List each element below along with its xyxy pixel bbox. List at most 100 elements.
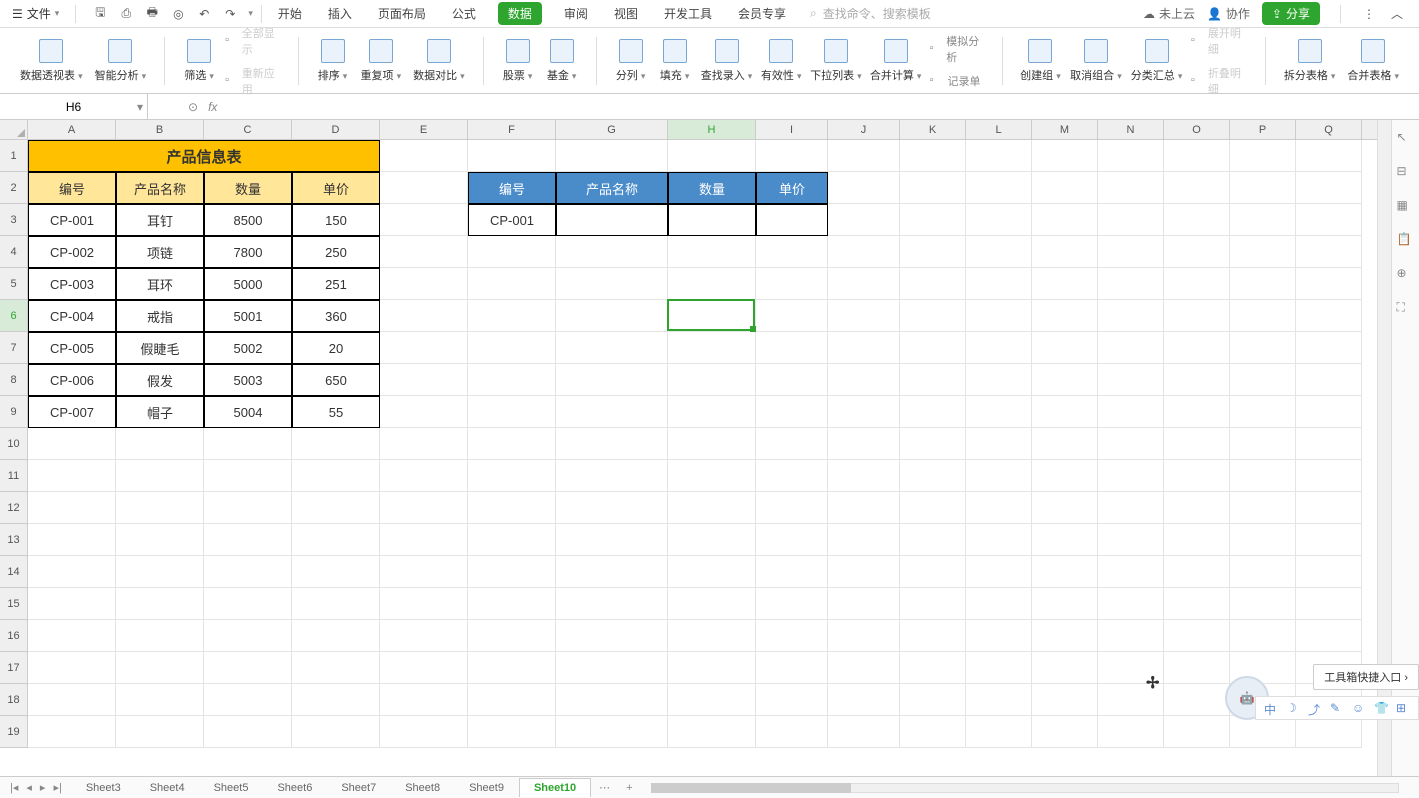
cell-D8[interactable]: 650 [292, 364, 380, 396]
cell-P11[interactable] [1230, 460, 1296, 492]
cell-Q1[interactable] [1296, 140, 1362, 172]
ribbon-下拉列表[interactable]: 下拉列表 ▾ [806, 35, 866, 87]
mini-icon[interactable]: ⤴ [1308, 701, 1322, 715]
cell-P9[interactable] [1230, 396, 1296, 428]
cell-B9[interactable]: 帽子 [116, 396, 204, 428]
cell-Q9[interactable] [1296, 396, 1362, 428]
cell-C4[interactable]: 7800 [204, 236, 292, 268]
cell-M2[interactable] [1032, 172, 1098, 204]
cell-G2[interactable]: 产品名称 [556, 172, 668, 204]
ribbon-分列[interactable]: 分列 ▾ [609, 35, 653, 87]
cell-N17[interactable] [1098, 652, 1164, 684]
cell-G3[interactable] [556, 204, 668, 236]
cell-B6[interactable]: 戒指 [116, 300, 204, 332]
row-header-19[interactable]: 19 [0, 716, 28, 748]
row-header-16[interactable]: 16 [0, 620, 28, 652]
cell-K5[interactable] [900, 268, 966, 300]
cell-C3[interactable]: 8500 [204, 204, 292, 236]
row-header-7[interactable]: 7 [0, 332, 28, 364]
cell-O13[interactable] [1164, 524, 1230, 556]
cell-J17[interactable] [828, 652, 900, 684]
sheet-tab-Sheet6[interactable]: Sheet6 [263, 779, 327, 797]
col-header-A[interactable]: A [28, 120, 116, 139]
cell-I12[interactable] [756, 492, 828, 524]
cell-G9[interactable] [556, 396, 668, 428]
cell-C2[interactable]: 数量 [204, 172, 292, 204]
cell-H15[interactable] [668, 588, 756, 620]
cell-A1[interactable]: 产品信息表 [28, 140, 380, 172]
cell-N16[interactable] [1098, 620, 1164, 652]
cell-E9[interactable] [380, 396, 468, 428]
cell-C10[interactable] [204, 428, 292, 460]
cell-A10[interactable] [28, 428, 116, 460]
cell-D15[interactable] [292, 588, 380, 620]
row-header-2[interactable]: 2 [0, 172, 28, 204]
cell-G13[interactable] [556, 524, 668, 556]
cell-N19[interactable] [1098, 716, 1164, 748]
select-tool-icon[interactable]: ↖ [1397, 130, 1415, 148]
tab-审阅[interactable]: 审阅 [560, 2, 592, 25]
cell-N11[interactable] [1098, 460, 1164, 492]
cell-F10[interactable] [468, 428, 556, 460]
cell-N8[interactable] [1098, 364, 1164, 396]
cell-P16[interactable] [1230, 620, 1296, 652]
cell-B12[interactable] [116, 492, 204, 524]
cell-F17[interactable] [468, 652, 556, 684]
cell-O5[interactable] [1164, 268, 1230, 300]
cell-A11[interactable] [28, 460, 116, 492]
cell-P6[interactable] [1230, 300, 1296, 332]
cell-M1[interactable] [1032, 140, 1098, 172]
cell-L7[interactable] [966, 332, 1032, 364]
col-header-P[interactable]: P [1230, 120, 1296, 139]
add-sheet-icon[interactable]: + [618, 782, 640, 794]
cell-F8[interactable] [468, 364, 556, 396]
ribbon-拆分表格[interactable]: 拆分表格 ▾ [1278, 35, 1342, 87]
cell-B15[interactable] [116, 588, 204, 620]
cell-I13[interactable] [756, 524, 828, 556]
cell-E7[interactable] [380, 332, 468, 364]
sheet-tab-Sheet5[interactable]: Sheet5 [200, 779, 264, 797]
cell-E3[interactable] [380, 204, 468, 236]
cell-N6[interactable] [1098, 300, 1164, 332]
row-header-17[interactable]: 17 [0, 652, 28, 684]
cell-O12[interactable] [1164, 492, 1230, 524]
cell-K7[interactable] [900, 332, 966, 364]
cell-F18[interactable] [468, 684, 556, 716]
cell-L5[interactable] [966, 268, 1032, 300]
cell-F14[interactable] [468, 556, 556, 588]
cell-J18[interactable] [828, 684, 900, 716]
scroll-thumb[interactable] [651, 783, 851, 793]
cell-D17[interactable] [292, 652, 380, 684]
cell-F15[interactable] [468, 588, 556, 620]
cell-N9[interactable] [1098, 396, 1164, 428]
cell-B14[interactable] [116, 556, 204, 588]
cell-D18[interactable] [292, 684, 380, 716]
sheet-tab-Sheet9[interactable]: Sheet9 [455, 779, 519, 797]
cell-L15[interactable] [966, 588, 1032, 620]
cell-C15[interactable] [204, 588, 292, 620]
cell-E2[interactable] [380, 172, 468, 204]
row-header-8[interactable]: 8 [0, 364, 28, 396]
sheet-tab-Sheet10[interactable]: Sheet10 [519, 778, 591, 797]
cell-P19[interactable] [1230, 716, 1296, 748]
cell-J6[interactable] [828, 300, 900, 332]
name-box[interactable]: ▾ [0, 94, 148, 119]
cell-I14[interactable] [756, 556, 828, 588]
cell-B3[interactable]: 耳钉 [116, 204, 204, 236]
mini-icon[interactable]: ☺ [1352, 701, 1366, 715]
cell-G10[interactable] [556, 428, 668, 460]
cell-P7[interactable] [1230, 332, 1296, 364]
cell-O15[interactable] [1164, 588, 1230, 620]
cell-A6[interactable]: CP-004 [28, 300, 116, 332]
cell-Q14[interactable] [1296, 556, 1362, 588]
cell-A12[interactable] [28, 492, 116, 524]
redo-icon[interactable]: ↷ [222, 6, 238, 22]
cell-E18[interactable] [380, 684, 468, 716]
cell-Q12[interactable] [1296, 492, 1362, 524]
cell-I15[interactable] [756, 588, 828, 620]
cell-D19[interactable] [292, 716, 380, 748]
cell-H6[interactable] [668, 300, 756, 332]
cell-K4[interactable] [900, 236, 966, 268]
tab-数据[interactable]: 数据 [498, 2, 542, 25]
ribbon-合并表格[interactable]: 合并表格 ▾ [1341, 35, 1405, 87]
